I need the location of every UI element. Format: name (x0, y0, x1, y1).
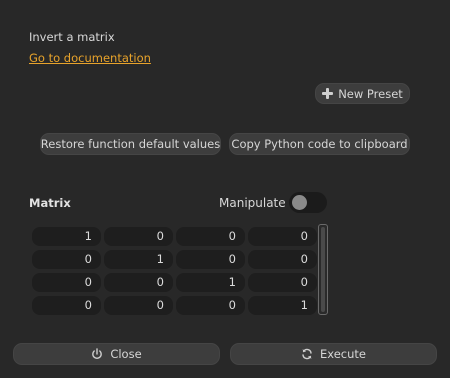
plus-icon (322, 88, 334, 99)
toggle-knob (292, 195, 307, 210)
power-icon (92, 348, 103, 360)
restore-defaults-button[interactable]: Restore function default values (40, 133, 221, 155)
copy-python-code-button[interactable]: Copy Python code to clipboard (229, 133, 410, 155)
refresh-icon (302, 348, 312, 360)
matrix-cell-r0-c0[interactable]: 1 (32, 227, 101, 246)
execute-label: Execute (320, 347, 366, 361)
documentation-link[interactable]: Go to documentation (29, 51, 151, 65)
matrix-cell-r3-c3[interactable]: 1 (248, 296, 317, 315)
matrix-cell-r1-c1[interactable]: 1 (104, 250, 173, 269)
matrix-cell-r2-c2[interactable]: 1 (176, 273, 245, 292)
close-button[interactable]: Close (13, 343, 220, 365)
matrix-cell-r3-c1[interactable]: 0 (104, 296, 173, 315)
matrix-cell-r3-c0[interactable]: 0 (32, 296, 101, 315)
manipulate-toggle[interactable] (289, 192, 327, 213)
scrollbar-thumb[interactable] (321, 227, 325, 312)
matrix-label: Matrix (29, 196, 71, 210)
matrix-scrollbar[interactable] (318, 224, 328, 315)
matrix-grid: 1 0 0 0 0 1 0 0 0 0 1 0 0 0 0 1 (32, 227, 317, 315)
matrix-cell-r2-c0[interactable]: 0 (32, 273, 101, 292)
close-label: Close (110, 347, 142, 361)
execute-button[interactable]: Execute (230, 343, 437, 365)
matrix-cell-r2-c3[interactable]: 0 (248, 273, 317, 292)
matrix-cell-r1-c2[interactable]: 0 (176, 250, 245, 269)
matrix-cell-r0-c3[interactable]: 0 (248, 227, 317, 246)
manipulate-label: Manipulate (219, 196, 286, 210)
matrix-cell-r0-c1[interactable]: 0 (104, 227, 173, 246)
new-preset-button[interactable]: New Preset (315, 83, 410, 104)
matrix-cell-r0-c2[interactable]: 0 (176, 227, 245, 246)
matrix-cell-r1-c3[interactable]: 0 (248, 250, 317, 269)
matrix-cell-r2-c1[interactable]: 0 (104, 273, 173, 292)
matrix-cell-r1-c0[interactable]: 0 (32, 250, 101, 269)
matrix-cell-r3-c2[interactable]: 0 (176, 296, 245, 315)
new-preset-label: New Preset (338, 86, 403, 101)
function-description: Invert a matrix (29, 30, 115, 44)
